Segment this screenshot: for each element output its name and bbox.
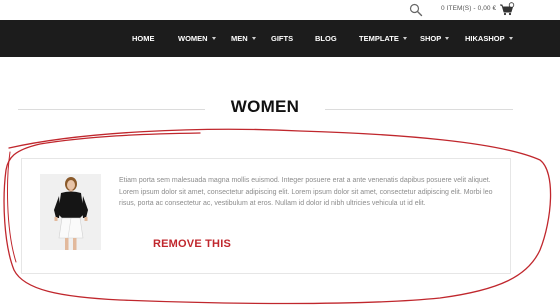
- page-title: WOMEN: [230, 97, 300, 116]
- nav-item-gifts[interactable]: GIFTS: [271, 20, 293, 57]
- chevron-down-icon: [251, 37, 256, 40]
- nav-item-hikashop[interactable]: HIKASHOP: [465, 20, 513, 57]
- nav-label: TEMPLATE: [359, 34, 399, 43]
- search-icon[interactable]: [409, 3, 423, 17]
- woman-model-image: [40, 174, 101, 250]
- nav-item-blog[interactable]: BLOG: [315, 20, 337, 57]
- heading-divider-left: [18, 109, 205, 110]
- shopping-cart-icon[interactable]: [499, 2, 515, 16]
- category-description: Etiam porta sem malesuada magna mollis e…: [119, 177, 493, 208]
- cart-summary[interactable]: 0 ITEM(S) - 0,00 €: [441, 5, 496, 12]
- nav-item-home[interactable]: HOME: [132, 20, 155, 57]
- category-card: Etiam porta sem malesuada magna mollis e…: [21, 158, 511, 274]
- remove-this-annotation: REMOVE THIS: [153, 238, 231, 250]
- nav-label: GIFTS: [271, 34, 294, 43]
- nav-item-women[interactable]: WOMEN: [178, 20, 216, 57]
- heading-divider-right: [325, 109, 513, 110]
- chevron-down-icon: [402, 37, 407, 40]
- top-utility-bar: 0 ITEM(S) - 0,00 €: [0, 0, 560, 20]
- nav-label: SHOP: [420, 34, 442, 43]
- product-image[interactable]: [40, 174, 101, 250]
- nav-label: WOMEN: [178, 34, 208, 43]
- chevron-down-icon: [508, 37, 513, 40]
- nav-item-men[interactable]: MEN: [231, 20, 256, 57]
- chevron-down-icon: [445, 37, 450, 40]
- nav-item-shop[interactable]: SHOP: [420, 20, 450, 57]
- nav-label: MEN: [231, 34, 248, 43]
- nav-item-template[interactable]: TEMPLATE: [359, 20, 407, 57]
- chevron-down-icon: [211, 37, 216, 40]
- nav-label: HOME: [132, 34, 155, 43]
- nav-label: HIKASHOP: [465, 34, 505, 43]
- nav-label: BLOG: [315, 34, 337, 43]
- main-navigation: HOME WOMEN MEN GIFTS BLOG TEMPLATE SHOP …: [0, 20, 560, 57]
